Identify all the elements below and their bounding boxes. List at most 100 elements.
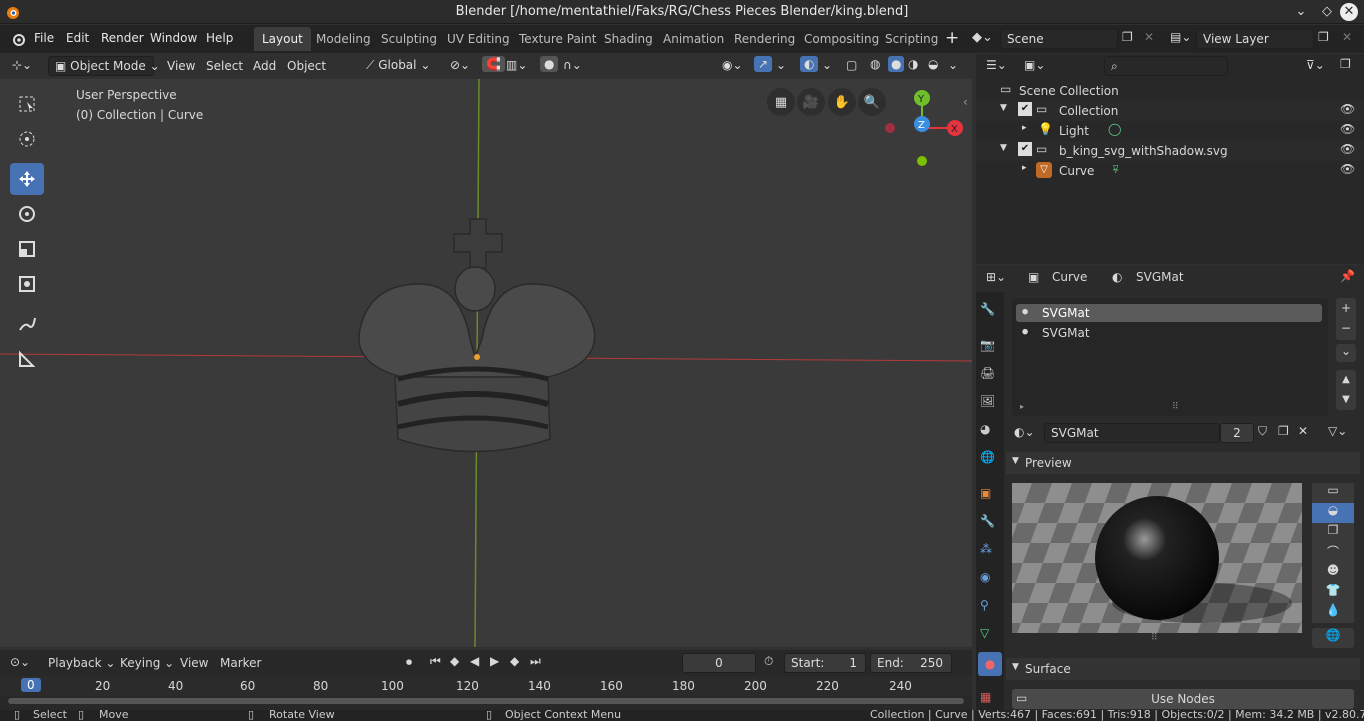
view-layer-selector[interactable]: View Layer	[1196, 29, 1314, 49]
move-tool[interactable]	[10, 163, 44, 195]
end-frame-field[interactable]: End: 250	[870, 653, 952, 673]
preview-world-icon[interactable]: 🌐	[1312, 628, 1354, 648]
outliner-search[interactable]: ⌕	[1104, 56, 1228, 76]
expand-icon[interactable]: ▸	[1022, 123, 1027, 133]
play-reverse-icon[interactable]: ◀	[470, 654, 479, 668]
mode-selector[interactable]: ▣ Object Mode ⌄	[48, 56, 160, 76]
eye-icon[interactable]: 👁	[1340, 122, 1355, 136]
timeline-editor-icon[interactable]: ⊙⌄	[10, 655, 30, 669]
material-name-field[interactable]: SVGMat	[1044, 423, 1220, 443]
scale-tool[interactable]	[10, 233, 44, 265]
add-workspace-icon[interactable]: +	[945, 28, 959, 48]
tab-modeling[interactable]: Modeling	[308, 27, 379, 51]
shading-menu-icon[interactable]: ⌄	[948, 58, 958, 72]
playback-menu[interactable]: Playback ⌄	[48, 656, 115, 670]
tool-tab-icon[interactable]: 🔧	[980, 302, 1000, 322]
timeline-scrollbar[interactable]	[8, 698, 964, 704]
proportional-edit-icon[interactable]: ●	[540, 56, 559, 72]
keying-menu[interactable]: Keying ⌄	[120, 656, 174, 670]
menu-edit[interactable]: Edit	[66, 31, 89, 45]
remove-scene-icon[interactable]: ✕	[1144, 30, 1154, 44]
duplicate-material-icon[interactable]: ❐	[1278, 424, 1289, 438]
pan-view-icon[interactable]: ✋	[828, 88, 856, 116]
preview-flat-icon[interactable]: ▭	[1312, 483, 1354, 503]
tab-uv-editing[interactable]: UV Editing	[439, 27, 518, 51]
checkbox-icon[interactable]: ✔	[1018, 102, 1032, 116]
view-layer-icon[interactable]: ▤⌄	[1170, 30, 1191, 44]
preview-hair-icon[interactable]: ⌒	[1312, 543, 1354, 563]
fake-user-icon[interactable]: ⛉	[1258, 424, 1267, 439]
outliner-row-scene-collection[interactable]: ▭ Scene Collection	[976, 81, 1364, 101]
toggle-grid-icon[interactable]: ▦	[767, 88, 795, 116]
view-menu[interactable]: View	[167, 59, 195, 73]
pin-icon[interactable]: 📌	[1340, 269, 1355, 283]
surface-panel-header[interactable]: ▼ Surface	[1006, 658, 1360, 680]
eye-icon[interactable]: 👁	[1340, 162, 1355, 176]
link-mode-icon[interactable]: ▽⌄	[1328, 424, 1347, 438]
move-up-icon[interactable]: ▲	[1336, 370, 1356, 390]
tab-scripting[interactable]: Scripting	[877, 27, 946, 51]
tab-texture-paint[interactable]: Texture Paint	[511, 27, 604, 51]
use-nodes-button[interactable]: ▭ Use Nodes	[1012, 689, 1354, 709]
filter-icon[interactable]: ⊽⌄	[1306, 58, 1325, 72]
eye-icon[interactable]: 👁	[1340, 102, 1355, 116]
preview-cube-icon[interactable]: ❐	[1312, 523, 1354, 543]
jump-end-icon[interactable]: ⏭	[530, 654, 541, 669]
data-tab-icon[interactable]: ▽	[980, 626, 1000, 646]
record-icon[interactable]: ⏺	[406, 655, 412, 670]
light-data-icon[interactable]: ◯	[1108, 122, 1121, 136]
expand-icon[interactable]: ▼	[1000, 103, 1007, 113]
material-users-count[interactable]: 2	[1220, 423, 1254, 443]
sidebar-toggle-icon[interactable]: ‹	[963, 95, 968, 109]
expand-icon[interactable]: ▼	[1000, 143, 1007, 153]
physics-tab-icon[interactable]: ◉	[980, 570, 1000, 590]
measure-tool[interactable]	[10, 343, 44, 375]
new-view-layer-icon[interactable]: ❐	[1318, 30, 1329, 44]
visibility-icon[interactable]: ◉⌄	[722, 58, 743, 72]
select-box-tool[interactable]	[10, 88, 44, 120]
chevron-down-icon[interactable]: ⌄	[1292, 3, 1310, 21]
output-tab-icon[interactable]: 🖨	[980, 366, 1000, 386]
outliner-row-light[interactable]: ▸ 💡 Light ◯ 👁	[976, 121, 1364, 141]
scene-icon[interactable]: ◆⌄	[972, 30, 993, 45]
blender-menu-icon[interactable]	[10, 32, 26, 46]
overlays-icon[interactable]: ◐	[800, 56, 819, 72]
add-slot-icon[interactable]: +	[1336, 298, 1356, 318]
tab-compositing[interactable]: Compositing	[796, 27, 887, 51]
editor-type-icon[interactable]: ⊹⌄	[12, 58, 32, 72]
gizmo-menu-icon[interactable]: ⌄	[776, 58, 786, 72]
select-menu[interactable]: Select	[206, 59, 243, 73]
preview-fluid-icon[interactable]: 💧	[1312, 603, 1354, 623]
snap-target-icon[interactable]: ▥⌄	[506, 58, 527, 72]
render-tab-icon[interactable]: 📷	[980, 338, 1000, 358]
marker-menu[interactable]: Marker	[220, 656, 261, 670]
orientation-gizmo[interactable]: Y X Z	[880, 86, 970, 176]
prev-keyframe-icon[interactable]: ◆	[450, 654, 459, 668]
material-shading-icon[interactable]: ◑	[908, 57, 918, 71]
checkbox-icon[interactable]: ✔	[1018, 142, 1032, 156]
outliner-row-svg-collection[interactable]: ▼ ✔ ▭ b_king_svg_withShadow.svg 👁	[976, 141, 1364, 161]
maximize-icon[interactable]: ◇	[1318, 3, 1336, 21]
transform-tool[interactable]	[10, 268, 44, 300]
preview-resize-icon[interactable]: ⠿	[1151, 633, 1158, 643]
next-keyframe-icon[interactable]: ◆	[510, 654, 519, 668]
particles-tab-icon[interactable]: ⁂	[980, 542, 1000, 562]
menu-help[interactable]: Help	[206, 31, 233, 45]
snap-icon[interactable]: 🧲	[482, 56, 505, 72]
unlink-material-icon[interactable]: ✕	[1298, 424, 1308, 438]
outliner-row-collection[interactable]: ▼ ✔ ▭ Collection 👁	[976, 101, 1364, 121]
resize-handle-icon[interactable]: ⠿	[1172, 402, 1179, 412]
slot-specials-icon[interactable]: ⌄	[1336, 344, 1356, 362]
jump-start-icon[interactable]: ⏮	[430, 654, 441, 669]
tab-shading[interactable]: Shading	[596, 27, 661, 51]
object-tab-icon[interactable]: ▣	[980, 486, 1000, 506]
start-frame-field[interactable]: Start: 1	[784, 653, 866, 673]
outliner-editor-icon[interactable]: ☰⌄	[986, 58, 1007, 72]
preview-cloth-icon[interactable]: 👕	[1312, 583, 1354, 603]
view-layer-tab-icon[interactable]: 🖼	[980, 394, 1000, 414]
modifier-tab-icon[interactable]: 🔧	[980, 514, 1000, 534]
menu-window[interactable]: Window	[150, 31, 197, 45]
falloff-icon[interactable]: ∩⌄	[563, 58, 582, 72]
cursor-tool[interactable]	[10, 123, 44, 155]
wireframe-shading-icon[interactable]: ◍	[870, 57, 880, 71]
